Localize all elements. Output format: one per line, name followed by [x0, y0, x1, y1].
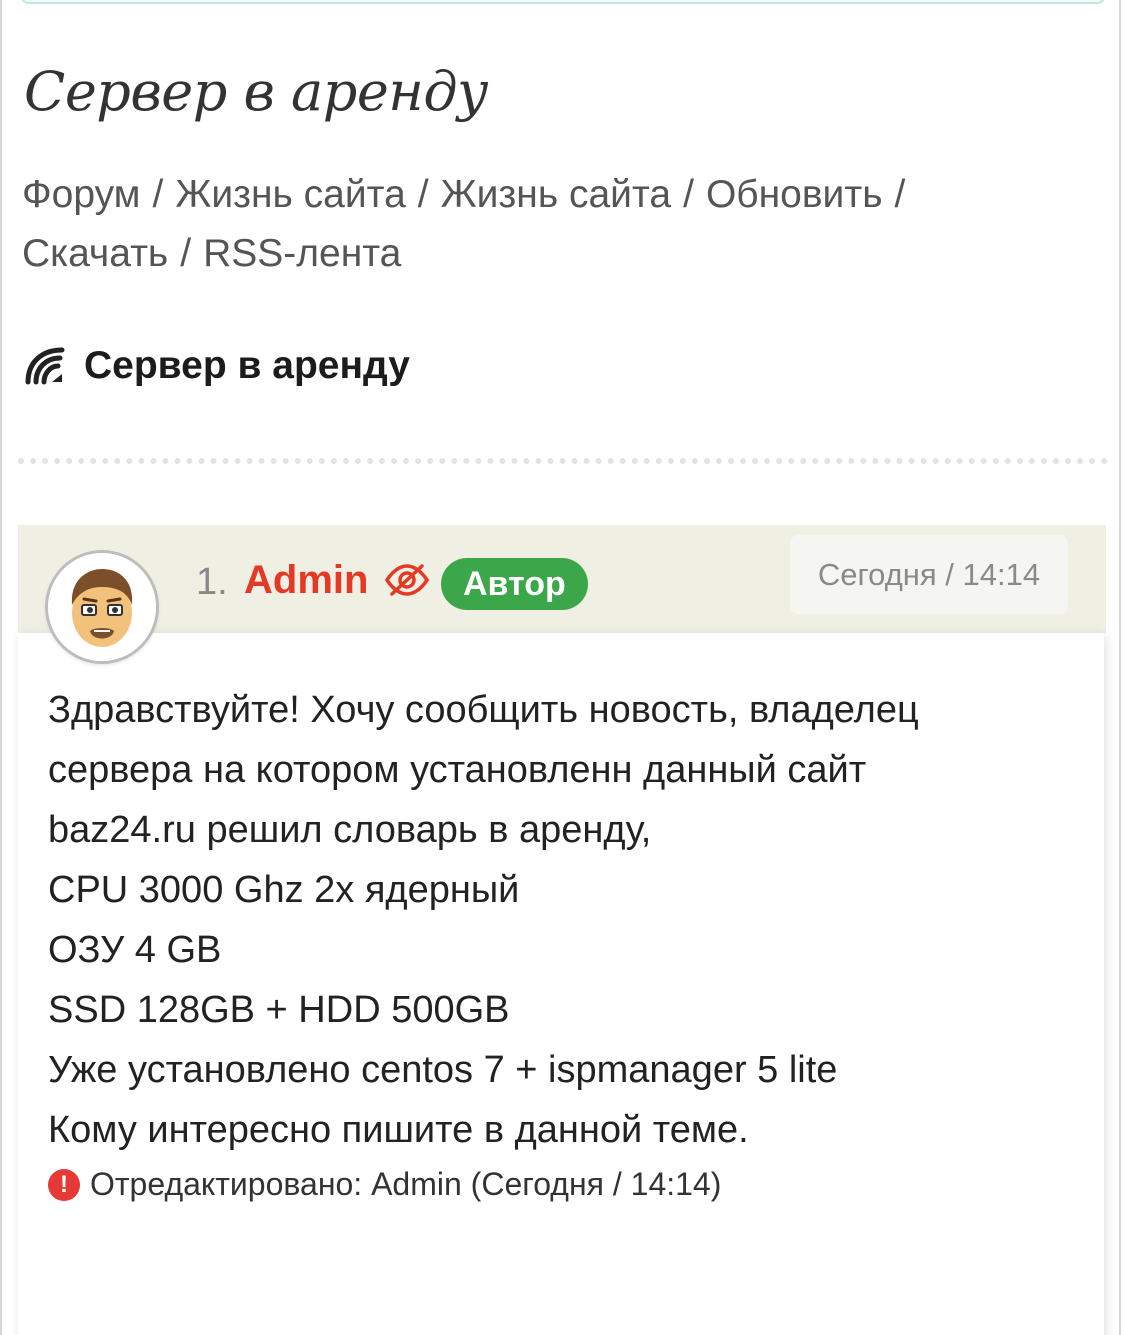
divider [18, 458, 1108, 464]
exclamation-circle-icon: ! [48, 1168, 80, 1201]
breadcrumb-separator: / [683, 173, 694, 216]
feed-icon [25, 347, 65, 385]
breadcrumb-site-life[interactable]: Жизнь сайта [175, 173, 405, 216]
breadcrumb-rss[interactable]: RSS-лента [203, 232, 401, 275]
breadcrumb-forum[interactable]: Форум [22, 173, 140, 216]
topic-title: Сервер в аренду [84, 344, 410, 387]
avatar-face-icon [48, 553, 156, 661]
breadcrumb-separator: / [152, 173, 164, 216]
post-line: CPU 3000 Ghz 2x ядерный [48, 869, 520, 911]
page-title: Сервер в аренду [24, 60, 488, 123]
breadcrumb-download[interactable]: Скачать [22, 232, 168, 275]
eye-slash-icon [384, 564, 430, 596]
post-line: Здравствуйте! Хочу сообщить новость, вла… [48, 689, 919, 731]
breadcrumb-refresh[interactable]: Обновить [706, 173, 883, 216]
breadcrumb: Форум / Жизнь сайта / Жизнь сайта / Обновить / С… [22, 165, 1092, 283]
post-line: ОЗУ 4 GB [48, 929, 222, 971]
post-header: 1. Admin Автор Сегодня / 14:14 [18, 525, 1106, 633]
post-line: baz24.ru решил словарь в аренду, [48, 809, 652, 851]
post-text: Здравствуйте! Хочу сообщить новость, вла… [48, 680, 1068, 1160]
post-line: сервера на котором установленн данный са… [48, 749, 867, 791]
avatar[interactable] [48, 553, 156, 661]
breadcrumb-separator: / [894, 173, 906, 216]
post-body: Здравствуйте! Хочу сообщить новость, вла… [18, 633, 1104, 1335]
author-badge: Автор [441, 558, 588, 610]
post-line: Кому интересно пишите в данной теме. [48, 1109, 749, 1151]
breadcrumb-site-life-topic[interactable]: Жизнь сайта [441, 173, 671, 216]
edited-note-text: Отредактировано: Admin (Сегодня / 14:14) [90, 1166, 722, 1202]
post-number: 1. [196, 561, 228, 603]
post-line: SSD 128GB + HDD 500GB [48, 989, 510, 1031]
top-panel-edge [20, 0, 1106, 4]
post-date: Сегодня / 14:14 [790, 535, 1068, 614]
post-author-link[interactable]: Admin [244, 558, 368, 603]
topic-header: Сервер в аренду [24, 344, 410, 388]
edited-note: ! Отредактировано: Admin (Сегодня / 14:1… [48, 1166, 721, 1203]
breadcrumb-separator: / [417, 173, 429, 216]
breadcrumb-separator: / [180, 232, 192, 275]
post-line: Уже установлено centos 7 + ispmanager 5 … [48, 1049, 838, 1091]
